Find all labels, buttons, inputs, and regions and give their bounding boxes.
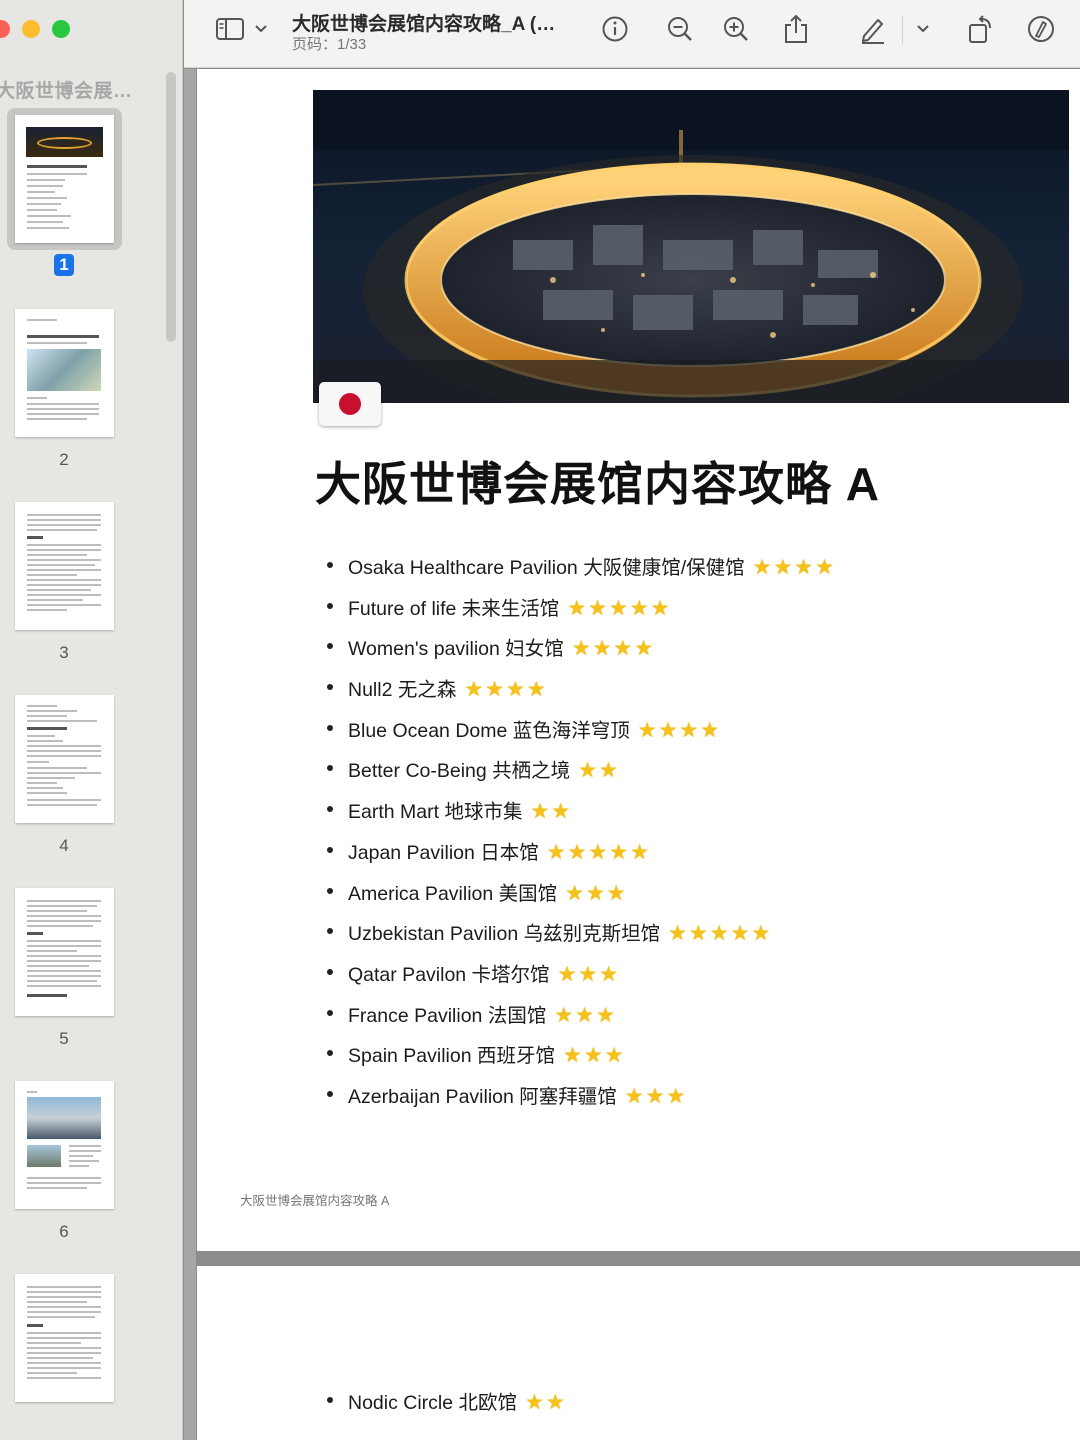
page-number-5[interactable]: 5 [40, 1029, 88, 1049]
bullet-icon [327, 968, 333, 975]
star-rating-icon: ★★★★ [752, 556, 836, 579]
bullet-icon [327, 1009, 333, 1016]
document-page-2: Nodic Circle 北欧馆 ★★ [197, 1266, 1080, 1440]
star-rating-icon: ★★★ [624, 1084, 688, 1108]
sidebar-toggle-icon[interactable] [214, 14, 246, 44]
star-rating-icon: ★★ [530, 800, 573, 824]
bullet-icon [327, 846, 333, 853]
star-rating-icon: ★★★★★ [567, 596, 672, 620]
page-thumbnail-3[interactable] [15, 502, 114, 630]
toolbar-separator [902, 16, 903, 44]
star-rating-icon: ★★★★★ [546, 840, 651, 864]
minimize-window-button[interactable] [22, 20, 40, 38]
pavilion-name: Earth Mart 地球市集 ★★ [348, 800, 573, 824]
pavilion-name: Azerbaijan Pavilion 阿塞拜疆馆 ★★★ [348, 1084, 688, 1108]
bullet-icon [327, 602, 333, 609]
page-number-6[interactable]: 6 [40, 1222, 88, 1242]
bullet-icon [327, 806, 333, 813]
sidebar-scrollbar[interactable] [166, 72, 176, 342]
pavilion-name: Future of life 未来生活馆 ★★★★★ [348, 596, 672, 620]
zoom-window-button[interactable] [52, 20, 70, 38]
page-indicator: 页码：1/33 [292, 36, 367, 53]
pavilion-name: Blue Ocean Dome 蓝色海洋穹顶 ★★★★ [348, 718, 722, 742]
page-thumbnail-5[interactable] [15, 888, 114, 1016]
page-number-3[interactable]: 3 [40, 643, 88, 663]
pavilion-name: Nodic Circle 北欧馆 ★★ [348, 1391, 567, 1414]
pavilion-name: Qatar Pavilon 卡塔尔馆 ★★★ [348, 962, 621, 986]
star-rating-icon: ★★ [525, 1391, 567, 1414]
page-thumbnail-7[interactable] [15, 1274, 114, 1402]
pavilion-name: France Pavilion 法国馆 ★★★ [348, 1003, 617, 1027]
bullet-icon [327, 1090, 333, 1097]
page-number-1[interactable]: 1 [40, 254, 88, 276]
star-rating-icon: ★★★★ [464, 678, 548, 702]
star-rating-icon: ★★★ [563, 1044, 626, 1068]
zoom-in-icon[interactable] [721, 14, 751, 44]
star-rating-icon: ★★★★★ [668, 922, 773, 946]
star-rating-icon: ★★★★ [637, 718, 722, 742]
page-number-2[interactable]: 2 [40, 450, 88, 470]
thumbnail-sidebar: 大阪世博会展… 1 2 3 4 5 6 [0, 0, 183, 1440]
zoom-out-icon[interactable] [665, 14, 695, 44]
bullet-icon [327, 562, 333, 568]
rotate-icon[interactable] [966, 14, 996, 44]
page-number-4[interactable]: 4 [40, 836, 88, 856]
page-thumbnail-2[interactable] [15, 309, 114, 437]
window-controls [0, 20, 70, 38]
chevron-down-icon[interactable] [252, 14, 270, 44]
pavilion-name: Null2 无之森 ★★★★ [348, 678, 548, 702]
annotate-icon[interactable] [1026, 14, 1056, 44]
star-rating-icon: ★★★ [554, 1003, 617, 1027]
expo-ring-photo [313, 90, 1069, 403]
page-thumbnail-4[interactable] [15, 695, 114, 823]
sidebar-doc-name: 大阪世博会展… [0, 81, 133, 102]
document-page-1: 大阪世博会展馆内容攻略 A Osaka Healthcare Pavilion … [197, 69, 1080, 1251]
pavilion-name: Better Co-Being 共栖之境 ★★ [348, 759, 620, 783]
close-window-button[interactable] [0, 20, 10, 38]
page-footer: 大阪世博会展馆内容攻略 A [240, 1194, 390, 1208]
bullet-icon [327, 928, 333, 935]
japan-flag-icon [319, 382, 381, 426]
bullet-icon [327, 765, 333, 772]
star-rating-icon: ★★ [578, 759, 620, 783]
star-rating-icon: ★★★★ [571, 637, 656, 661]
pavilion-name: Japan Pavilion 日本馆 ★★★★★ [348, 840, 651, 864]
bullet-icon [327, 684, 333, 691]
document-title: 大阪世博会展馆内容攻略_A (… [292, 14, 556, 35]
pavilion-name: Spain Pavilion 西班牙馆 ★★★ [348, 1044, 626, 1068]
info-icon[interactable] [600, 14, 630, 44]
star-rating-icon: ★★★ [565, 881, 628, 905]
bullet-icon [327, 1050, 333, 1057]
bullet-icon [327, 643, 333, 650]
pavilion-name: Uzbekistan Pavilion 乌兹别克斯坦馆 ★★★★★ [348, 922, 773, 946]
pavilion-name: Osaka Healthcare Pavilion 大阪健康馆/保健馆 ★★★★ [348, 556, 836, 579]
bullet-icon [327, 1397, 333, 1403]
page-thumbnail-1[interactable] [15, 115, 114, 243]
window-toolbar: 大阪世博会展馆内容攻略_A (… 页码：1/33 [184, 0, 1080, 68]
bullet-icon [327, 887, 333, 894]
markup-pen-icon[interactable] [857, 14, 889, 44]
document-heading: 大阪世博会展馆内容攻略 A [315, 458, 880, 510]
pavilion-name: America Pavilion 美国馆 ★★★ [348, 881, 628, 905]
chevron-down-icon[interactable] [914, 14, 932, 44]
document-scroll-track[interactable] [184, 69, 196, 1440]
page-thumbnail-6[interactable] [15, 1081, 114, 1209]
bullet-icon [327, 724, 333, 731]
share-icon[interactable] [781, 14, 811, 44]
pavilion-name: Women's pavilion 妇女馆 ★★★★ [348, 637, 656, 661]
star-rating-icon: ★★★ [557, 962, 621, 986]
